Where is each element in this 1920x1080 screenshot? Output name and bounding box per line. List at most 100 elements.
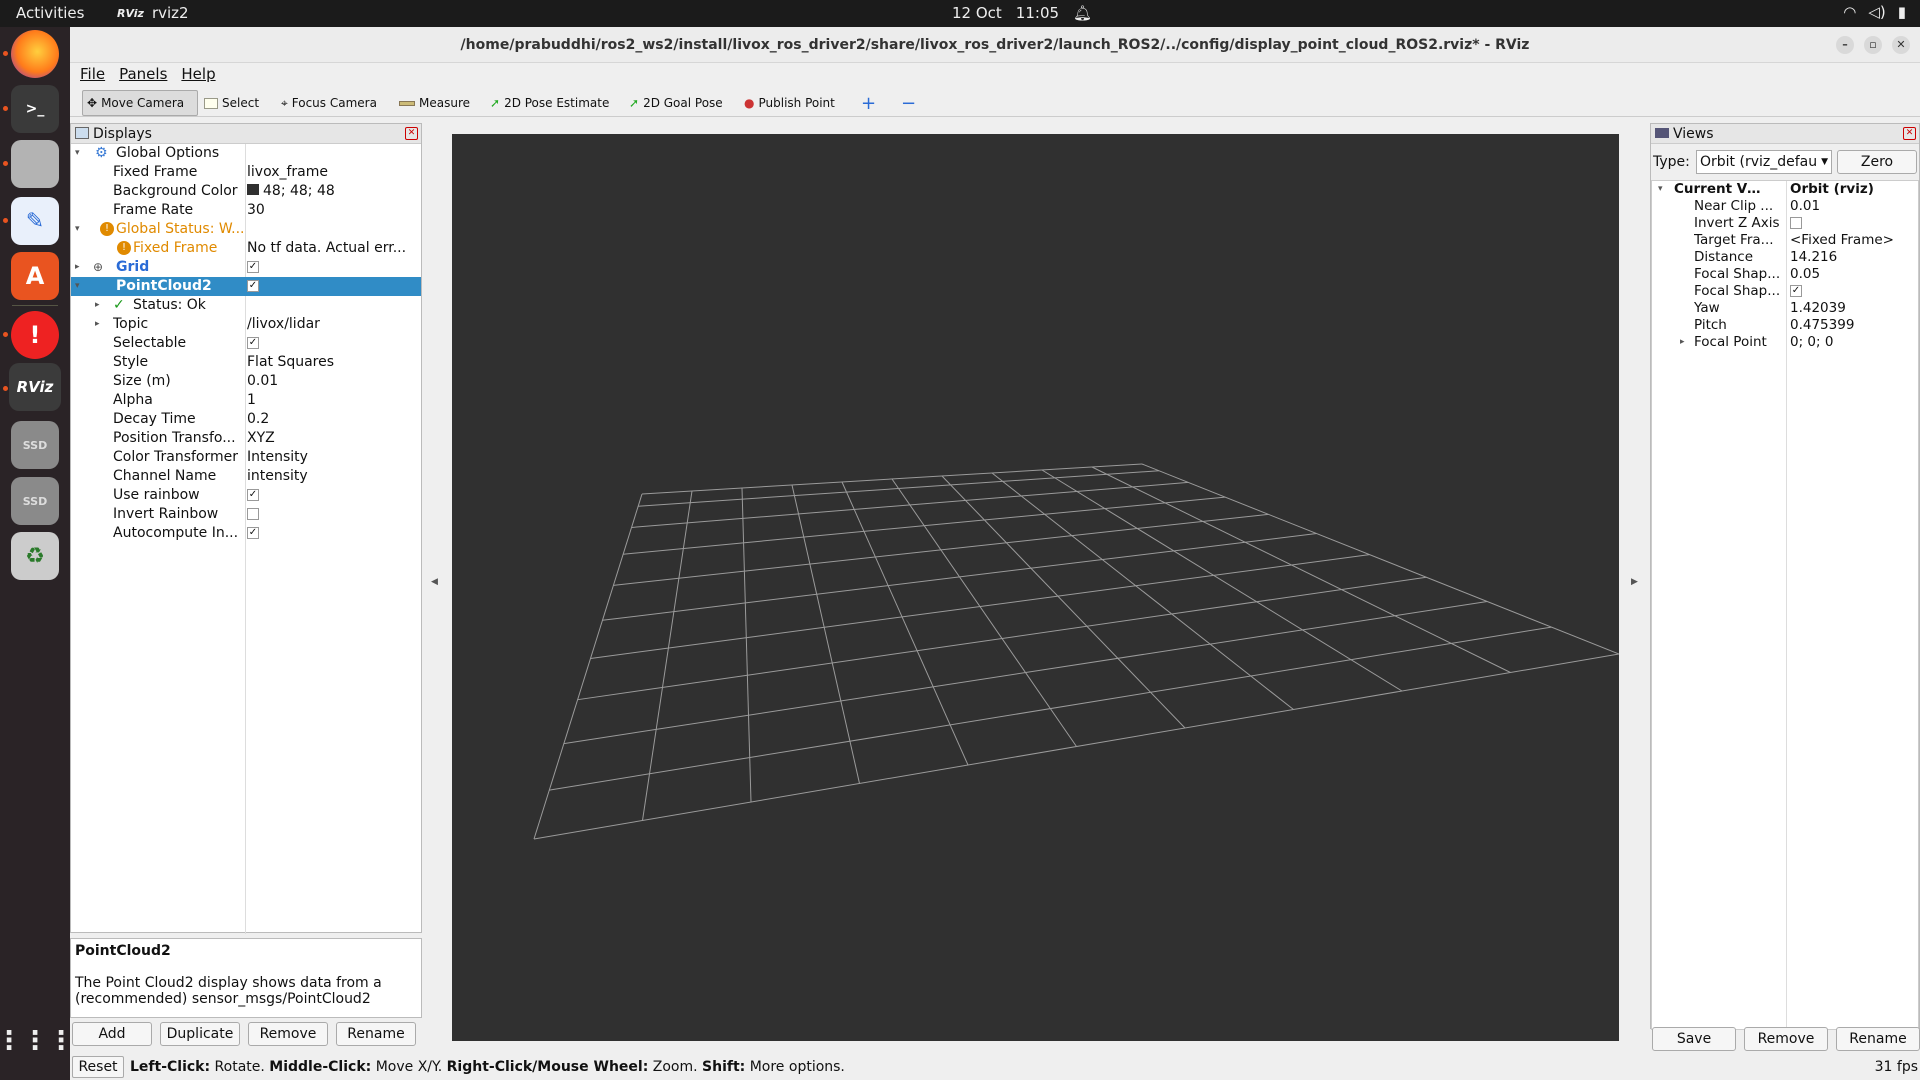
displays-row[interactable]: Size (m) 0.01 bbox=[71, 372, 421, 391]
view-type-select[interactable]: Orbit (rviz_defau ▼ bbox=[1696, 150, 1832, 174]
property-checkbox[interactable]: ✓ bbox=[247, 524, 417, 543]
property-value[interactable]: 30 bbox=[247, 201, 417, 220]
property-value[interactable]: 0.01 bbox=[1790, 198, 1915, 215]
displays-row[interactable]: Autocompute In... ✓ bbox=[71, 524, 421, 543]
displays-row[interactable]: Frame Rate 30 bbox=[71, 201, 421, 220]
views-row[interactable]: ▸ Focal Point 0; 0; 0 bbox=[1652, 334, 1918, 351]
checkbox[interactable]: ✓ bbox=[247, 489, 259, 501]
firefox-icon[interactable] bbox=[11, 30, 59, 78]
property-checkbox[interactable]: ✓ bbox=[247, 258, 417, 277]
displays-row[interactable]: Decay Time 0.2 bbox=[71, 410, 421, 429]
displays-row[interactable]: ! Fixed Frame No tf data. Actual err... bbox=[71, 239, 421, 258]
property-checkbox[interactable]: ✓ bbox=[1790, 283, 1915, 300]
displays-row[interactable]: Style Flat Squares bbox=[71, 353, 421, 372]
views-row[interactable]: Yaw 1.42039 bbox=[1652, 300, 1918, 317]
expand-arrow-icon[interactable]: ▸ bbox=[75, 258, 80, 277]
property-value[interactable]: Intensity bbox=[247, 448, 417, 467]
remove-tool-button[interactable]: − bbox=[897, 90, 920, 116]
goal-pose-button[interactable]: ➚ 2D Goal Pose bbox=[625, 90, 727, 116]
property-checkbox[interactable]: ✓ bbox=[247, 486, 417, 505]
system-tray[interactable]: ◠ ◁) ▮ bbox=[1843, 3, 1906, 21]
views-remove-button[interactable]: Remove bbox=[1744, 1027, 1828, 1051]
expand-arrow-icon[interactable]: ▾ bbox=[75, 144, 80, 163]
render-viewport[interactable] bbox=[452, 134, 1620, 1041]
views-row[interactable]: Focal Shap... 0.05 bbox=[1652, 266, 1918, 283]
expand-arrow-icon[interactable]: ▸ bbox=[95, 315, 100, 334]
activities-button[interactable]: Activities bbox=[16, 4, 84, 22]
files-icon[interactable] bbox=[11, 140, 59, 188]
checkbox[interactable]: ✓ bbox=[1790, 285, 1802, 297]
close-panel-icon[interactable]: ✕ bbox=[405, 127, 418, 140]
duplicate-button[interactable]: Duplicate bbox=[160, 1022, 240, 1046]
pose-estimate-button[interactable]: ➚ 2D Pose Estimate bbox=[486, 90, 613, 116]
close-icon[interactable]: ✕ bbox=[1892, 36, 1910, 54]
menu-file[interactable]: File bbox=[80, 63, 105, 85]
views-row[interactable]: Target Fra... <Fixed Frame> bbox=[1652, 232, 1918, 249]
property-value[interactable]: /livox/lidar bbox=[247, 315, 417, 334]
maximize-icon[interactable]: ▫ bbox=[1864, 36, 1882, 54]
displays-row[interactable]: ▾! Global Status: W... bbox=[71, 220, 421, 239]
displays-row[interactable]: ▾ ⚙ Global Options bbox=[71, 144, 421, 163]
views-rename-button[interactable]: Rename bbox=[1836, 1027, 1920, 1051]
property-value[interactable]: <Fixed Frame> bbox=[1790, 232, 1915, 249]
ssd-icon[interactable]: SSD bbox=[11, 477, 59, 525]
displays-row[interactable]: Fixed Frame livox_frame bbox=[71, 163, 421, 182]
checkbox[interactable]: ✓ bbox=[247, 280, 259, 292]
displays-row[interactable]: Background Color 48; 48; 48 bbox=[71, 182, 421, 201]
views-row[interactable]: Pitch 0.475399 bbox=[1652, 317, 1918, 334]
displays-row[interactable]: ▸ ✓ Status: Ok bbox=[71, 296, 421, 315]
app-menu[interactable]: RViz rviz2 bbox=[117, 4, 189, 22]
trash-icon[interactable]: ♻ bbox=[11, 532, 59, 580]
remove-button[interactable]: Remove bbox=[248, 1022, 328, 1046]
property-value[interactable]: 1 bbox=[247, 391, 417, 410]
views-row[interactable]: Distance 14.216 bbox=[1652, 249, 1918, 266]
property-value[interactable]: intensity bbox=[247, 467, 417, 486]
expand-arrow-icon[interactable]: ▸ bbox=[1680, 334, 1685, 351]
rename-button[interactable]: Rename bbox=[336, 1022, 416, 1046]
property-value[interactable]: No tf data. Actual err... bbox=[247, 239, 417, 258]
views-row[interactable]: Invert Z Axis bbox=[1652, 215, 1918, 232]
focus-camera-button[interactable]: ⌖ Focus Camera bbox=[277, 90, 381, 116]
expand-arrow-icon[interactable]: ▸ bbox=[95, 296, 100, 315]
zero-button[interactable]: Zero bbox=[1837, 150, 1917, 174]
checkbox[interactable] bbox=[247, 508, 259, 520]
property-value[interactable]: 0; 0; 0 bbox=[1790, 334, 1915, 351]
property-checkbox[interactable] bbox=[247, 505, 417, 524]
displays-row[interactable]: Color Transformer Intensity bbox=[71, 448, 421, 467]
reset-button[interactable]: Reset bbox=[72, 1056, 124, 1078]
displays-row[interactable]: Alpha 1 bbox=[71, 391, 421, 410]
displays-row[interactable]: Use rainbow ✓ bbox=[71, 486, 421, 505]
property-value[interactable]: 0.2 bbox=[247, 410, 417, 429]
save-button[interactable]: Save bbox=[1652, 1027, 1736, 1051]
property-checkbox[interactable]: ✓ bbox=[247, 277, 417, 296]
collapse-left-icon[interactable]: ◀ bbox=[431, 577, 438, 587]
property-value[interactable]: 0.05 bbox=[1790, 266, 1915, 283]
property-value[interactable]: 14.216 bbox=[1790, 249, 1915, 266]
property-value[interactable]: Flat Squares bbox=[247, 353, 417, 372]
displays-row[interactable]: ▸ ⊕ Grid ✓ bbox=[71, 258, 421, 277]
views-row[interactable]: Near Clip ... 0.01 bbox=[1652, 198, 1918, 215]
checkbox[interactable]: ✓ bbox=[247, 337, 259, 349]
app-grid-icon[interactable]: ⋮⋮⋮ bbox=[0, 1017, 74, 1065]
text-editor-icon[interactable]: ✎ bbox=[11, 197, 59, 245]
window-titlebar[interactable]: /home/prabuddhi/ros2_ws2/install/livox_r… bbox=[70, 27, 1920, 63]
publish-point-button[interactable]: ● Publish Point bbox=[740, 90, 839, 116]
property-value[interactable]: 48; 48; 48 bbox=[247, 182, 417, 201]
checkbox[interactable]: ✓ bbox=[247, 261, 259, 273]
views-row[interactable]: Focal Shap... ✓ bbox=[1652, 283, 1918, 300]
property-value[interactable]: livox_frame bbox=[247, 163, 417, 182]
add-button[interactable]: Add bbox=[72, 1022, 152, 1046]
rviz-icon[interactable]: RViz bbox=[9, 363, 61, 411]
displays-row[interactable]: Position Transfo... XYZ bbox=[71, 429, 421, 448]
displays-row[interactable]: ▾ PointCloud2 ✓ bbox=[71, 277, 421, 296]
move-camera-button[interactable]: ✥ Move Camera bbox=[82, 90, 198, 116]
measure-button[interactable]: Measure bbox=[395, 90, 474, 116]
property-value[interactable]: 0.475399 bbox=[1790, 317, 1915, 334]
displays-row[interactable]: Selectable ✓ bbox=[71, 334, 421, 353]
displays-row[interactable]: Invert Rainbow bbox=[71, 505, 421, 524]
menu-help[interactable]: Help bbox=[181, 63, 215, 85]
property-checkbox[interactable] bbox=[1790, 215, 1915, 232]
terminal-icon[interactable]: >_ bbox=[11, 85, 59, 133]
add-tool-button[interactable]: + bbox=[857, 90, 880, 116]
checkbox[interactable] bbox=[1790, 217, 1802, 229]
